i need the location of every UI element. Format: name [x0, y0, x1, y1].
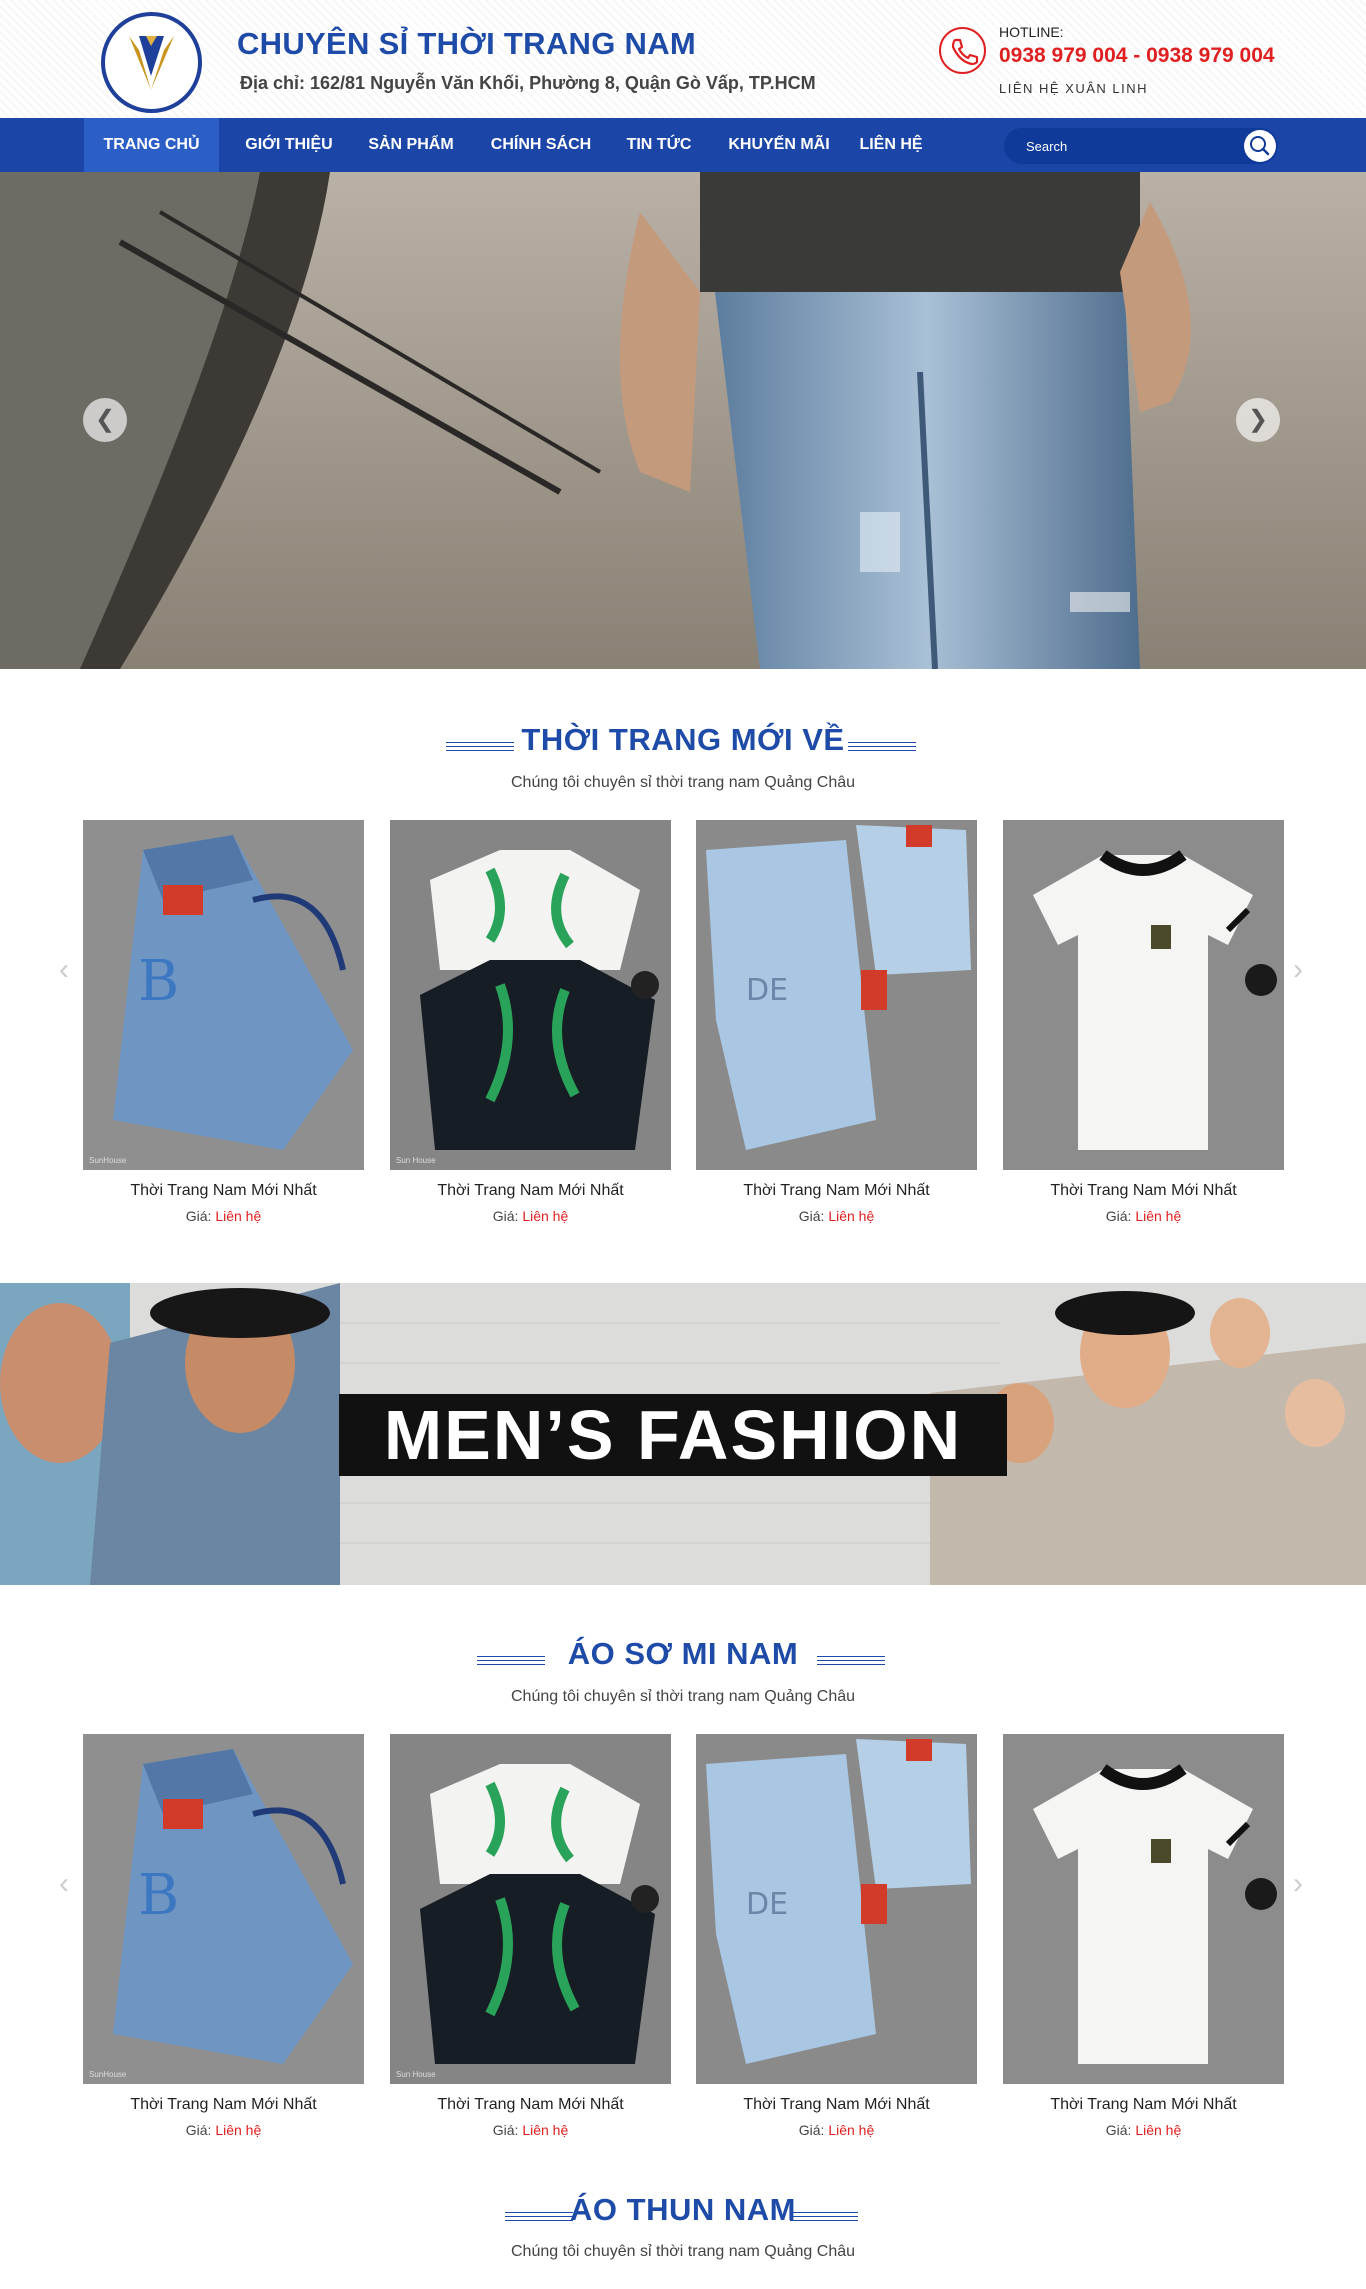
- nav-item-trang-chu[interactable]: TRANG CHỦ: [84, 118, 219, 172]
- title-decoration-right: [817, 1656, 885, 1666]
- carousel-next-button[interactable]: ›: [1290, 953, 1306, 987]
- image-watermark: Sun House: [396, 2070, 436, 2079]
- product-image-polo-pair[interactable]: Sun House: [390, 1734, 671, 2084]
- section-subtitle: Chúng tôi chuyên sỉ thời trang nam Quảng…: [510, 2243, 856, 2260]
- product-card[interactable]: B SunHouse Thời Trang Nam Mới Nhất Giá: …: [83, 820, 364, 1224]
- hotline-contact-name: LIÊN HỆ XUÂN LINH: [999, 81, 1149, 96]
- banner-heading: MEN’S FASHION: [339, 1394, 1007, 1476]
- nav-item-san-pham[interactable]: SẢN PHẨM: [356, 118, 466, 172]
- svg-text:DE: DE: [746, 973, 788, 1008]
- product-card[interactable]: DE Thời Trang Nam Mới Nhất Giá: Liên hệ: [696, 820, 977, 1224]
- product-price: Giá: Liên hệ: [492, 1208, 569, 1224]
- section-title-new-arrivals: THỜI TRANG MỚI VỀ: [521, 722, 845, 757]
- search-input[interactable]: [1026, 128, 1236, 164]
- product-name[interactable]: Thời Trang Nam Mới Nhất: [390, 1182, 671, 1200]
- title-decoration-right: [790, 2212, 858, 2222]
- hero-image: [0, 172, 1366, 669]
- image-watermark: SunHouse: [89, 1156, 127, 1165]
- product-price: Giá: Liên hệ: [492, 2122, 569, 2138]
- carousel-next-button[interactable]: ›: [1290, 1867, 1306, 1901]
- svg-text:B: B: [138, 949, 179, 1014]
- product-card[interactable]: Sun House Thời Trang Nam Mới Nhất Giá: L…: [390, 820, 671, 1224]
- hero-prev-button[interactable]: ❮: [83, 398, 127, 442]
- section-subtitle: Chúng tôi chuyên sỉ thời trang nam Quảng…: [510, 1688, 856, 1705]
- product-image-white-polo[interactable]: [1003, 820, 1284, 1170]
- mens-fashion-banner[interactable]: MEN’S FASHION: [0, 1283, 1366, 1585]
- product-card[interactable]: B SunHouse Thời Trang Nam Mới Nhất Giá: …: [83, 1734, 364, 2138]
- product-price: Giá: Liên hệ: [185, 1208, 262, 1224]
- hotline-label: HOTLINE:: [999, 24, 1064, 40]
- product-card[interactable]: Thời Trang Nam Mới Nhất Giá: Liên hệ: [1003, 1734, 1284, 2138]
- nav-item-tin-tuc[interactable]: TIN TỨC: [617, 118, 701, 172]
- product-name[interactable]: Thời Trang Nam Mới Nhất: [390, 2096, 671, 2114]
- product-card[interactable]: DE Thời Trang Nam Mới Nhất Giá: Liên hệ: [696, 1734, 977, 2138]
- phone-icon[interactable]: [939, 27, 986, 74]
- product-name[interactable]: Thời Trang Nam Mới Nhất: [696, 1182, 977, 1200]
- search-icon: [1250, 136, 1270, 156]
- product-name[interactable]: Thời Trang Nam Mới Nhất: [696, 2096, 977, 2114]
- nav-item-khuyen-mai[interactable]: KHUYẾN MÃI: [720, 118, 838, 172]
- logo-icon[interactable]: [101, 12, 202, 113]
- product-price: Giá: Liên hệ: [798, 1208, 875, 1224]
- product-image-shorts[interactable]: DE: [696, 820, 977, 1170]
- section-subtitle: Chúng tôi chuyên sỉ thời trang nam Quảng…: [510, 774, 856, 791]
- product-card[interactable]: Sun House Thời Trang Nam Mới Nhất Giá: L…: [390, 1734, 671, 2138]
- carousel-prev-button[interactable]: ‹: [56, 1867, 72, 1901]
- section-title-shirts: ÁO SƠ MI NAM: [567, 1636, 799, 1671]
- product-price: Giá: Liên hệ: [1105, 2122, 1182, 2138]
- product-image-jeans[interactable]: B SunHouse: [83, 1734, 364, 2084]
- site-title: CHUYÊN SỈ THỜI TRANG NAM: [237, 26, 697, 61]
- product-name[interactable]: Thời Trang Nam Mới Nhất: [1003, 2096, 1284, 2114]
- product-price: Giá: Liên hệ: [798, 2122, 875, 2138]
- search-box: [1004, 128, 1278, 164]
- product-price: Giá: Liên hệ: [185, 2122, 262, 2138]
- section-title-tshirts: ÁO THUN NAM: [570, 2192, 796, 2227]
- nav-item-chinh-sach[interactable]: CHÍNH SÁCH: [480, 118, 602, 172]
- product-image-white-polo[interactable]: [1003, 1734, 1284, 2084]
- svg-text:B: B: [138, 1863, 179, 1928]
- product-name[interactable]: Thời Trang Nam Mới Nhất: [83, 2096, 364, 2114]
- image-watermark: SunHouse: [89, 2070, 127, 2079]
- product-name[interactable]: Thời Trang Nam Mới Nhất: [83, 1182, 364, 1200]
- product-image-polo-pair[interactable]: Sun House: [390, 820, 671, 1170]
- nav-item-gioi-thieu[interactable]: GIỚI THIỆU: [232, 118, 346, 172]
- image-watermark: Sun House: [396, 1156, 436, 1165]
- product-name[interactable]: Thời Trang Nam Mới Nhất: [1003, 1182, 1284, 1200]
- hotline-numbers[interactable]: 0938 979 004 - 0938 979 004: [999, 44, 1275, 68]
- site-address: Địa chỉ: 162/81 Nguyễn Văn Khối, Phường …: [240, 73, 816, 93]
- product-image-shorts[interactable]: DE: [696, 1734, 977, 2084]
- svg-text:DE: DE: [746, 1887, 788, 1922]
- search-button[interactable]: [1244, 130, 1276, 162]
- nav-item-lien-he[interactable]: LIÊN HỆ: [852, 118, 930, 172]
- product-image-jeans[interactable]: B SunHouse: [83, 820, 364, 1170]
- site-header: CHUYÊN SỈ THỜI TRANG NAM Địa chỉ: 162/81…: [0, 0, 1366, 118]
- product-card[interactable]: Thời Trang Nam Mới Nhất Giá: Liên hệ: [1003, 820, 1284, 1224]
- product-price: Giá: Liên hệ: [1105, 1208, 1182, 1224]
- hero-slider: ❮ ❯: [0, 172, 1366, 669]
- carousel-prev-button[interactable]: ‹: [56, 953, 72, 987]
- title-decoration-right: [848, 742, 916, 752]
- hero-next-button[interactable]: ❯: [1236, 398, 1280, 442]
